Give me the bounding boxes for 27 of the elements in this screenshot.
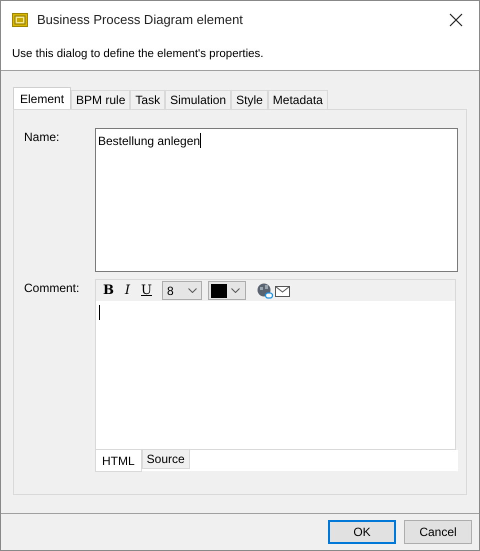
comment-editor[interactable]: B I U 8: [95, 279, 456, 450]
name-label: Name:: [24, 129, 60, 146]
tab[interactable]: Simulation: [165, 90, 232, 109]
close-icon: [449, 12, 463, 26]
font-color-dropdown[interactable]: [208, 281, 246, 300]
window-title: Business Process Diagram element: [37, 12, 244, 27]
window-icon: [12, 12, 28, 26]
comment-label: Comment:: [24, 280, 80, 297]
bold-button[interactable]: B: [99, 281, 118, 300]
tab[interactable]: Style: [231, 90, 268, 109]
underline-button[interactable]: U: [137, 281, 156, 300]
mail-icon[interactable]: [275, 284, 290, 296]
editor-tab[interactable]: Source: [142, 450, 190, 469]
tab[interactable]: Task: [130, 90, 166, 109]
font-size-dropdown[interactable]: 8: [162, 281, 202, 300]
tab[interactable]: Element: [13, 87, 72, 109]
editor-tab[interactable]: HTML: [95, 450, 142, 472]
tab[interactable]: Metadata: [268, 90, 328, 109]
caret-icon: [188, 288, 197, 293]
globe-link-icon[interactable]: [257, 282, 274, 298]
dialog-button[interactable]: OK: [328, 520, 396, 544]
italic-button[interactable]: I: [118, 281, 137, 300]
caret-icon: [231, 288, 240, 293]
name-field[interactable]: Bestellung anlegen: [95, 128, 458, 272]
dialog-button[interactable]: Cancel: [404, 520, 472, 544]
tab[interactable]: BPM rule: [71, 90, 130, 109]
description-text: Use this dialog to define the element's properties.: [12, 48, 264, 60]
